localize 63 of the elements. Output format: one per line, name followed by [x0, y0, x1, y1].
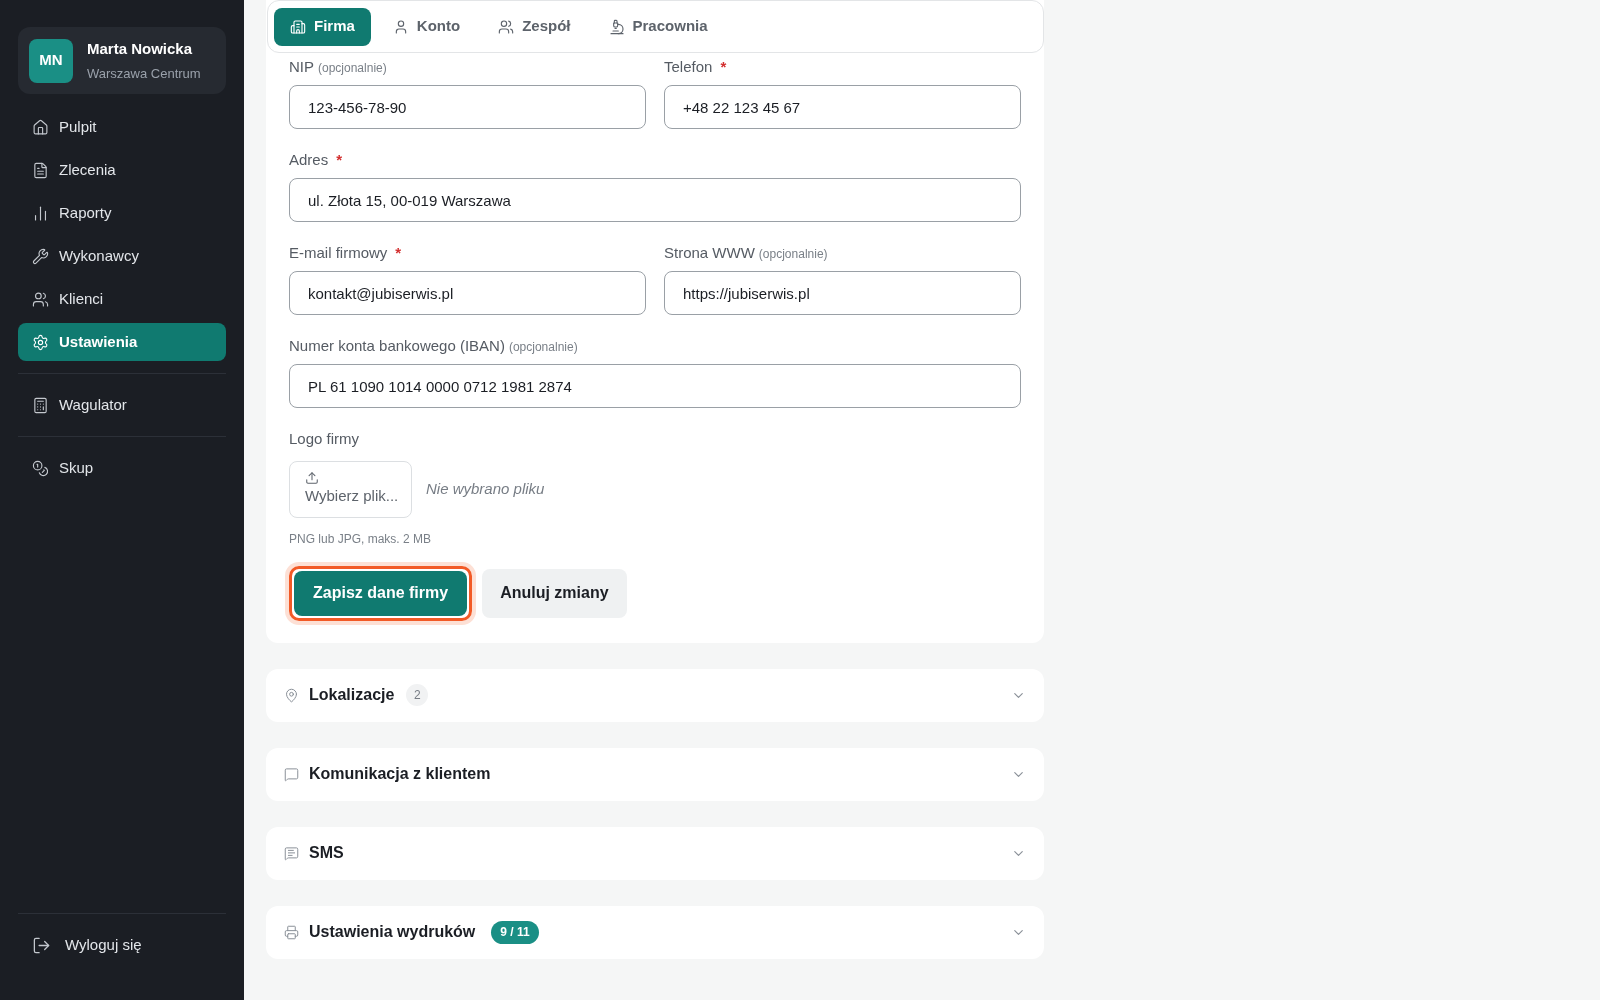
nav-item[interactable]: Ustawienia — [18, 323, 226, 361]
tab[interactable]: Pracownia — [592, 7, 724, 46]
field-label: Adres — [289, 150, 329, 170]
nav-item[interactable]: Pulpit — [18, 108, 226, 146]
nav-item[interactable]: Klienci — [18, 280, 226, 318]
required-marker: * — [720, 57, 727, 77]
nav-item[interactable]: Zlecenia — [18, 151, 226, 189]
text-field[interactable]: ul. Złota 15, 00-019 Warszawa — [289, 178, 1021, 222]
message-icon — [284, 845, 299, 861]
coins-icon — [32, 459, 49, 477]
text-field[interactable]: kontakt@jubiserwis.pl — [289, 271, 646, 315]
calculator-icon — [32, 396, 49, 414]
tab[interactable]: Zespół — [482, 7, 587, 46]
field-label: Telefon — [664, 57, 713, 77]
wrench-icon — [32, 247, 49, 265]
text-field[interactable]: +48 22 123 45 67 — [664, 85, 1021, 129]
required-marker: * — [336, 150, 343, 170]
user-name: Marta Nowicka — [87, 38, 194, 59]
document-icon — [32, 161, 49, 179]
optional-note: (opcjonalnie) — [318, 60, 387, 77]
people-icon — [32, 290, 49, 308]
tab[interactable]: Konto — [376, 7, 477, 46]
text-field[interactable]: PL 61 1090 1014 0000 0712 1981 2874 — [289, 364, 1021, 408]
logout-button[interactable]: Wyloguj się — [18, 926, 226, 964]
map-pin-icon — [284, 687, 299, 703]
house-icon — [32, 118, 49, 136]
optional-note: (opcjonalnie) — [758, 246, 828, 263]
field-label: Logo firmy — [289, 429, 361, 449]
cancel-button[interactable]: Anuluj zmiany — [482, 568, 627, 618]
save-button[interactable]: Zapisz dane firmy — [294, 570, 468, 616]
accordion-header[interactable]: Komunikacja z klientem — [266, 747, 1044, 801]
upload-icon — [305, 470, 319, 485]
nav-item[interactable]: Wagulator — [18, 386, 226, 424]
printer-icon — [284, 924, 299, 940]
bar-chart-icon — [32, 204, 49, 222]
optional-note: (opcjonalnie) — [508, 339, 578, 356]
microscope-icon — [608, 18, 625, 35]
people-icon — [498, 18, 515, 35]
field-label: NIP — [289, 57, 314, 77]
user-location: Warszawa Centrum — [87, 65, 201, 83]
accordion-header[interactable]: Lokalizacje 2 — [266, 668, 1044, 722]
field-label: Strona WWW — [664, 243, 755, 263]
accordion-header[interactable]: SMS — [266, 826, 1044, 880]
hint-text: PNG lub JPG, maks. 2 MB — [289, 530, 433, 548]
chat-bubble-icon — [284, 766, 299, 782]
accordion-header[interactable]: Ustawienia wydruków 9 / 11 — [266, 905, 1044, 959]
settings-icon — [32, 333, 49, 351]
logout-icon — [32, 935, 51, 955]
field-label: E-mail firmowy — [289, 243, 388, 263]
field-label: Numer konta bankowego (IBAN) — [289, 336, 505, 356]
tab[interactable]: Firma — [274, 7, 371, 46]
required-marker: * — [395, 243, 402, 263]
text-field[interactable]: https://jubiserwis.pl — [664, 271, 1021, 315]
nav-item[interactable]: Wykonawcy — [18, 237, 226, 275]
file-status: Nie wybrano pliku — [426, 478, 545, 499]
avatar: MN — [29, 38, 73, 83]
count-badge: 2 — [406, 684, 429, 706]
nav-item[interactable]: Skup — [18, 449, 226, 487]
text-field[interactable]: 123-456-78-90 — [289, 85, 646, 129]
file-picker-button[interactable]: Wybierz plik... — [289, 460, 412, 518]
building-icon — [290, 18, 306, 35]
nav-item[interactable]: Raporty — [18, 194, 226, 232]
progress-badge: 9 / 11 — [491, 920, 539, 944]
